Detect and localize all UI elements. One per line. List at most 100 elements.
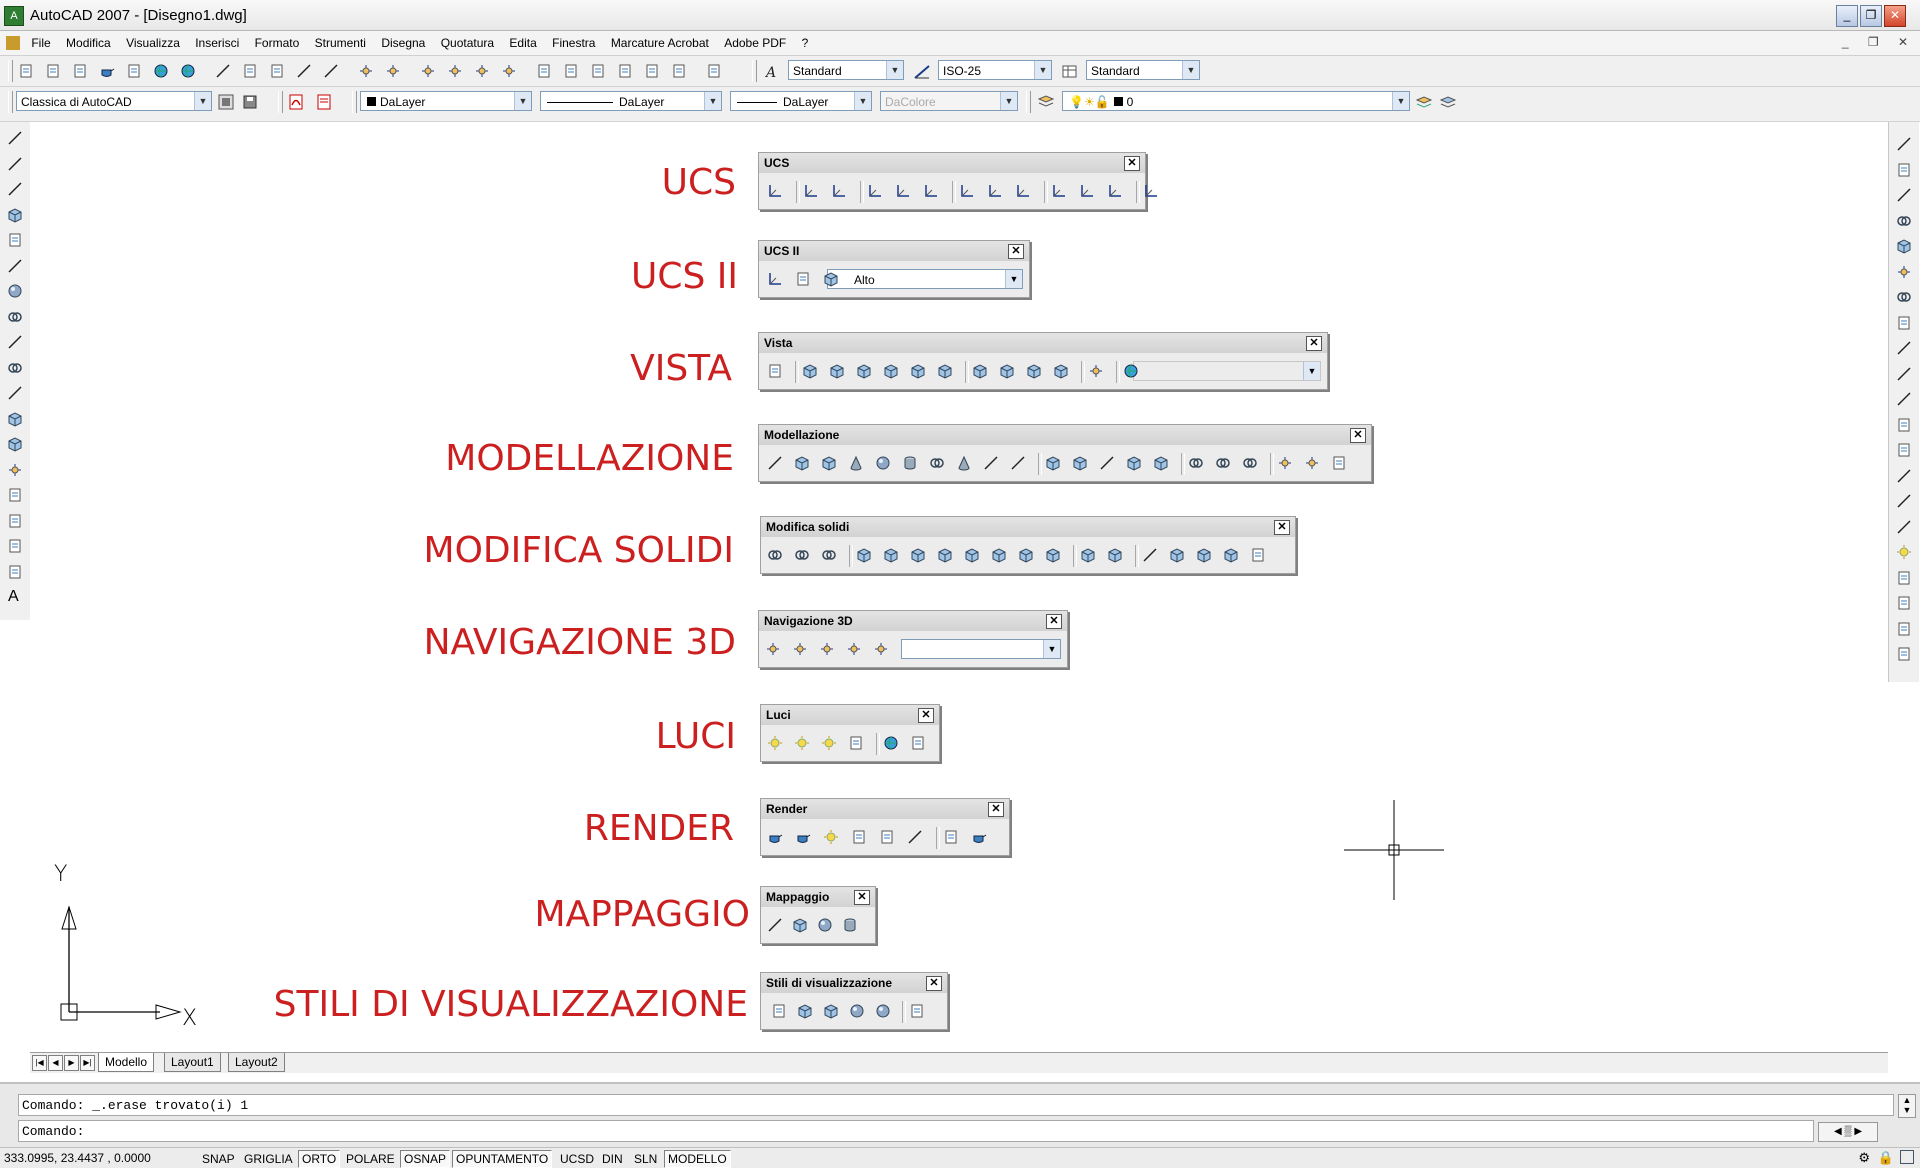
properties-icon[interactable] bbox=[536, 63, 552, 79]
ucs-face[interactable] bbox=[831, 183, 847, 199]
chevron-down-icon[interactable]: ▼ bbox=[1005, 270, 1022, 288]
conceptual-icon[interactable] bbox=[875, 1003, 891, 1019]
close-icon[interactable]: ✕ bbox=[1306, 336, 1322, 351]
restore-button[interactable]: ❐ bbox=[1860, 5, 1882, 27]
wedge[interactable] bbox=[821, 455, 837, 471]
first-tab-button[interactable]: |◀ bbox=[32, 1055, 47, 1071]
cylinder[interactable] bbox=[902, 455, 918, 471]
revision-cloud-tool[interactable] bbox=[7, 309, 23, 325]
extrude-faces-icon[interactable] bbox=[856, 547, 872, 563]
view-right[interactable] bbox=[883, 363, 899, 379]
hatch-tool[interactable] bbox=[7, 487, 23, 503]
bring-above-icon[interactable] bbox=[1896, 621, 1912, 637]
sheet-set-icon[interactable] bbox=[617, 63, 633, 79]
match-properties-icon[interactable] bbox=[296, 63, 312, 79]
copy-icon[interactable] bbox=[1896, 162, 1912, 178]
color-faces-icon[interactable] bbox=[1045, 547, 1061, 563]
continuous-orbit[interactable] bbox=[846, 641, 862, 657]
ucs-z-axis-icon[interactable] bbox=[959, 183, 975, 199]
pdf-email-icon[interactable] bbox=[316, 94, 332, 110]
erase-tool[interactable] bbox=[1896, 136, 1912, 152]
quickcalc-icon[interactable] bbox=[671, 63, 687, 79]
view-sw-iso-icon[interactable] bbox=[972, 363, 988, 379]
explode-tool[interactable] bbox=[1896, 544, 1912, 560]
camera-icon[interactable] bbox=[1088, 363, 1104, 379]
toolbar-grip[interactable] bbox=[8, 60, 13, 82]
spline-icon[interactable] bbox=[7, 334, 23, 350]
snap-toggle[interactable]: SNAP bbox=[198, 1150, 239, 1168]
document-menu-icon[interactable] bbox=[6, 36, 20, 50]
sphere[interactable] bbox=[875, 455, 891, 471]
3d-zoom[interactable] bbox=[792, 641, 808, 657]
box-icon[interactable] bbox=[794, 455, 810, 471]
new-button[interactable] bbox=[18, 63, 34, 79]
view-nw-iso[interactable] bbox=[1053, 363, 1069, 379]
mapping[interactable] bbox=[907, 829, 923, 845]
offset-icon[interactable] bbox=[1896, 213, 1912, 229]
palette-title-bar[interactable]: Render ✕ bbox=[761, 799, 1009, 819]
offset-tool[interactable] bbox=[1896, 213, 1912, 229]
rectangle-icon[interactable] bbox=[7, 232, 23, 248]
polyline-icon[interactable] bbox=[7, 181, 23, 197]
help-button[interactable] bbox=[706, 63, 722, 79]
lwt-toggle[interactable]: SLN bbox=[630, 1150, 661, 1168]
union-icon[interactable] bbox=[767, 547, 783, 563]
planar-mapping-icon[interactable] bbox=[767, 917, 783, 933]
spot-light-icon[interactable] bbox=[794, 735, 810, 751]
table-style-select[interactable]: Standard ▼ bbox=[1086, 60, 1200, 80]
next-tab-button[interactable]: ▶ bbox=[64, 1055, 79, 1071]
command-scrollbar[interactable]: ▲ ▼ bbox=[1898, 1094, 1916, 1118]
layer-manager-icon[interactable] bbox=[1038, 94, 1054, 110]
3d-dwf-button[interactable] bbox=[180, 63, 196, 79]
view-front[interactable] bbox=[910, 363, 926, 379]
palette-title-bar[interactable]: Modifica solidi ✕ bbox=[761, 517, 1295, 537]
view-front-icon[interactable] bbox=[910, 363, 926, 379]
array-tool[interactable] bbox=[1896, 238, 1912, 254]
imprint-icon[interactable] bbox=[1142, 547, 1158, 563]
workspace-settings-icon[interactable] bbox=[218, 94, 234, 110]
ucs-y[interactable] bbox=[1051, 183, 1067, 199]
move-faces-icon[interactable] bbox=[883, 547, 899, 563]
palette-title-bar[interactable]: Mappaggio ✕ bbox=[761, 887, 875, 907]
ucs-named[interactable] bbox=[1143, 183, 1159, 199]
ucs-previous-icon[interactable] bbox=[803, 183, 819, 199]
view-se-iso[interactable] bbox=[999, 363, 1015, 379]
extrude[interactable] bbox=[1045, 455, 1061, 471]
presspull-icon[interactable] bbox=[1072, 455, 1088, 471]
copy-button[interactable] bbox=[242, 63, 258, 79]
cone[interactable] bbox=[848, 455, 864, 471]
helix[interactable] bbox=[983, 455, 999, 471]
rotate-faces[interactable] bbox=[964, 547, 980, 563]
distant-light-icon[interactable] bbox=[821, 735, 837, 751]
polygon-tool[interactable] bbox=[7, 207, 23, 223]
3d-orbit[interactable] bbox=[819, 641, 835, 657]
line-icon[interactable] bbox=[7, 130, 23, 146]
toolbar-grip[interactable] bbox=[278, 91, 283, 113]
break-tool[interactable] bbox=[1896, 442, 1912, 458]
hide-icon[interactable] bbox=[767, 829, 783, 845]
view-bottom[interactable] bbox=[829, 363, 845, 379]
plot-icon[interactable] bbox=[99, 63, 115, 79]
sweep[interactable] bbox=[1099, 455, 1115, 471]
view-top[interactable] bbox=[802, 363, 818, 379]
subtract-icon[interactable] bbox=[794, 547, 810, 563]
scale-icon[interactable] bbox=[1896, 315, 1912, 331]
ucs-world[interactable] bbox=[767, 183, 783, 199]
make-layer-current-icon[interactable] bbox=[1416, 94, 1432, 110]
dim-style-icon[interactable] bbox=[914, 63, 930, 79]
bring-above-tool[interactable] bbox=[1896, 621, 1912, 637]
ucs-view[interactable] bbox=[895, 183, 911, 199]
trim-icon[interactable] bbox=[1896, 366, 1912, 382]
delete-faces[interactable] bbox=[937, 547, 953, 563]
tab-layout1[interactable]: Layout1 bbox=[164, 1053, 221, 1072]
menu-formato[interactable]: Formato bbox=[249, 31, 306, 55]
extend-icon[interactable] bbox=[1896, 391, 1912, 407]
chevron-down-icon[interactable]: ▼ bbox=[854, 92, 871, 110]
palette-title-bar[interactable]: Vista ✕ bbox=[759, 333, 1327, 353]
horizontal-scrollbar[interactable]: ◀ ▒ ▶ bbox=[1818, 1122, 1878, 1142]
geographic-location-icon[interactable] bbox=[883, 735, 899, 751]
view-se-iso-icon[interactable] bbox=[999, 363, 1015, 379]
torus-icon[interactable] bbox=[929, 455, 945, 471]
palette-title-bar[interactable]: Luci ✕ bbox=[761, 705, 939, 725]
cylinder-icon[interactable] bbox=[902, 455, 918, 471]
